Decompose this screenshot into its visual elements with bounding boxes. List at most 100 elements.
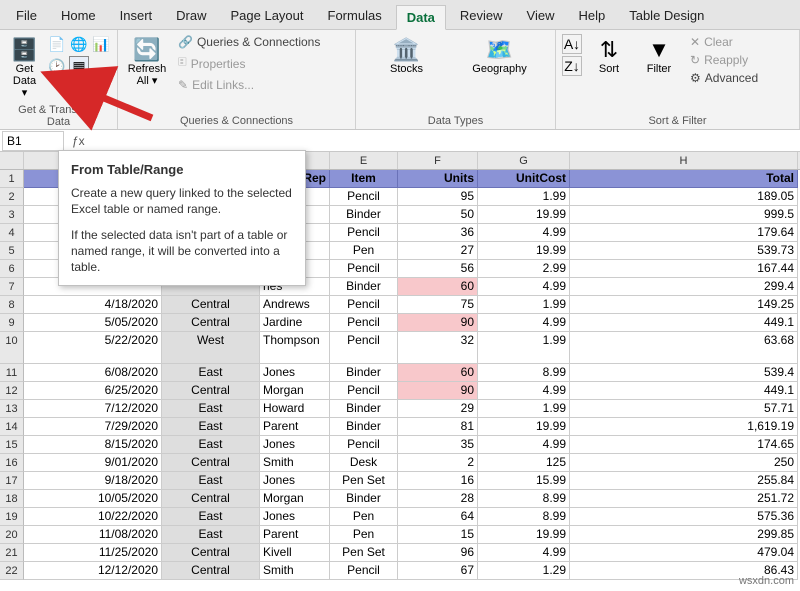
cell-region[interactable]: Central bbox=[162, 490, 260, 508]
cell-units[interactable]: 2 bbox=[398, 454, 478, 472]
from-table-range-icon[interactable]: ▦ bbox=[69, 56, 89, 76]
cell-rep[interactable]: Jardine bbox=[260, 314, 330, 332]
tab-home[interactable]: Home bbox=[51, 4, 106, 29]
cell-units[interactable]: 27 bbox=[398, 242, 478, 260]
cell-unitcost[interactable]: 8.99 bbox=[478, 364, 570, 382]
row-header[interactable]: 7 bbox=[0, 278, 24, 296]
col-f[interactable]: F bbox=[398, 152, 478, 169]
cell-region[interactable]: East bbox=[162, 526, 260, 544]
col-e[interactable]: E bbox=[330, 152, 398, 169]
cell-unitcost[interactable]: 125 bbox=[478, 454, 570, 472]
cell-units[interactable]: 90 bbox=[398, 314, 478, 332]
row-header[interactable]: 2 bbox=[0, 188, 24, 206]
cell-rep[interactable]: Parent bbox=[260, 418, 330, 436]
cell-total[interactable]: 149.25 bbox=[570, 296, 798, 314]
cell-rep[interactable]: Andrews bbox=[260, 296, 330, 314]
cell-item[interactable]: Binder bbox=[330, 490, 398, 508]
cell-rep[interactable]: Jones bbox=[260, 472, 330, 490]
cell-total[interactable]: 250 bbox=[570, 454, 798, 472]
cell-rep[interactable]: Smith bbox=[260, 454, 330, 472]
cell-date[interactable]: 5/22/2020 bbox=[24, 332, 162, 364]
cell-item[interactable]: Binder bbox=[330, 364, 398, 382]
cell-total[interactable]: 255.84 bbox=[570, 472, 798, 490]
row-header[interactable]: 10 bbox=[0, 332, 24, 364]
sort-asc-icon[interactable]: A↓ bbox=[562, 34, 582, 54]
queries-connections-button[interactable]: 🔗Queries & Connections bbox=[174, 34, 324, 50]
tab-help[interactable]: Help bbox=[568, 4, 615, 29]
cell-item[interactable]: Pencil bbox=[330, 188, 398, 206]
cell-region[interactable]: East bbox=[162, 400, 260, 418]
cell-unitcost[interactable]: 1.99 bbox=[478, 400, 570, 418]
cell-item[interactable]: Desk bbox=[330, 454, 398, 472]
cell-unitcost[interactable]: 8.99 bbox=[478, 490, 570, 508]
row-header[interactable]: 20 bbox=[0, 526, 24, 544]
cell-units[interactable]: 56 bbox=[398, 260, 478, 278]
from-text-icon[interactable]: 📄 bbox=[47, 34, 67, 54]
cell-rep[interactable]: Jones bbox=[260, 436, 330, 454]
cell-units[interactable]: 96 bbox=[398, 544, 478, 562]
cell-date[interactable]: 6/08/2020 bbox=[24, 364, 162, 382]
cell-rep[interactable]: Howard bbox=[260, 400, 330, 418]
name-box[interactable] bbox=[2, 131, 64, 151]
cell-item[interactable]: Pencil bbox=[330, 332, 398, 364]
cell-total[interactable]: 251.72 bbox=[570, 490, 798, 508]
cell-item[interactable]: Pencil bbox=[330, 224, 398, 242]
geography-button[interactable]: 🗺️ Geography bbox=[460, 34, 540, 78]
row-header[interactable]: 16 bbox=[0, 454, 24, 472]
cell-unitcost[interactable]: 19.99 bbox=[478, 526, 570, 544]
cell-unitcost[interactable]: 4.99 bbox=[478, 544, 570, 562]
cell-total[interactable]: 167.44 bbox=[570, 260, 798, 278]
cell-item[interactable]: Pen bbox=[330, 242, 398, 260]
tab-view[interactable]: View bbox=[517, 4, 565, 29]
cell-date[interactable]: 11/08/2020 bbox=[24, 526, 162, 544]
cell-item[interactable]: Binder bbox=[330, 418, 398, 436]
clear-filter-button[interactable]: ✕Clear bbox=[686, 34, 762, 50]
fx-icon[interactable]: ƒx bbox=[66, 134, 91, 148]
stocks-button[interactable]: 🏛️ Stocks bbox=[372, 34, 442, 78]
cell-rep[interactable]: Jones bbox=[260, 508, 330, 526]
cell-region[interactable]: East bbox=[162, 472, 260, 490]
cell-date[interactable]: 9/18/2020 bbox=[24, 472, 162, 490]
cell-total[interactable]: 57.71 bbox=[570, 400, 798, 418]
row-header[interactable]: 1 bbox=[0, 170, 24, 188]
row-header[interactable]: 13 bbox=[0, 400, 24, 418]
cell-total[interactable]: 299.85 bbox=[570, 526, 798, 544]
cell-item[interactable]: Binder bbox=[330, 278, 398, 296]
cell-region[interactable]: Central bbox=[162, 314, 260, 332]
cell-unitcost[interactable]: 1.99 bbox=[478, 332, 570, 364]
cell-total[interactable]: 63.68 bbox=[570, 332, 798, 364]
from-table-icon[interactable]: 📊 bbox=[91, 34, 111, 54]
cell-date[interactable]: 7/29/2020 bbox=[24, 418, 162, 436]
cell-date[interactable]: 9/01/2020 bbox=[24, 454, 162, 472]
cell-unitcost[interactable]: 19.99 bbox=[478, 242, 570, 260]
tab-formulas[interactable]: Formulas bbox=[318, 4, 392, 29]
cell-units[interactable]: 35 bbox=[398, 436, 478, 454]
cell-item[interactable]: Pen bbox=[330, 508, 398, 526]
cell-rep[interactable]: Jones bbox=[260, 364, 330, 382]
refresh-all-button[interactable]: 🔄 Refresh All ▾ bbox=[124, 34, 170, 90]
from-web-icon[interactable]: 🌐 bbox=[69, 34, 89, 54]
cell-item[interactable]: Pen Set bbox=[330, 472, 398, 490]
cell-region[interactable]: East bbox=[162, 508, 260, 526]
cell-total[interactable]: 575.36 bbox=[570, 508, 798, 526]
cell-region[interactable]: Central bbox=[162, 454, 260, 472]
row-header[interactable]: 14 bbox=[0, 418, 24, 436]
filter-button[interactable]: ▼ Filter bbox=[636, 34, 682, 78]
cell-region[interactable]: Central bbox=[162, 544, 260, 562]
tab-data[interactable]: Data bbox=[396, 5, 446, 30]
cell-unitcost[interactable]: 1.99 bbox=[478, 296, 570, 314]
properties-button[interactable]: 🗉Properties bbox=[174, 52, 324, 75]
cell-unitcost[interactable]: 4.99 bbox=[478, 382, 570, 400]
cell-unitcost[interactable]: 19.99 bbox=[478, 206, 570, 224]
cell-unitcost[interactable]: 4.99 bbox=[478, 314, 570, 332]
row-header[interactable]: 9 bbox=[0, 314, 24, 332]
cell-unitcost[interactable]: 19.99 bbox=[478, 418, 570, 436]
reapply-button[interactable]: ↻Reapply bbox=[686, 52, 762, 68]
row-header[interactable]: 18 bbox=[0, 490, 24, 508]
row-header[interactable]: 5 bbox=[0, 242, 24, 260]
cell-date[interactable]: 6/25/2020 bbox=[24, 382, 162, 400]
cell-total[interactable]: 539.73 bbox=[570, 242, 798, 260]
row-header[interactable]: 11 bbox=[0, 364, 24, 382]
recent-sources-icon[interactable]: 🕑 bbox=[47, 56, 67, 76]
cell-item[interactable]: Pencil bbox=[330, 436, 398, 454]
